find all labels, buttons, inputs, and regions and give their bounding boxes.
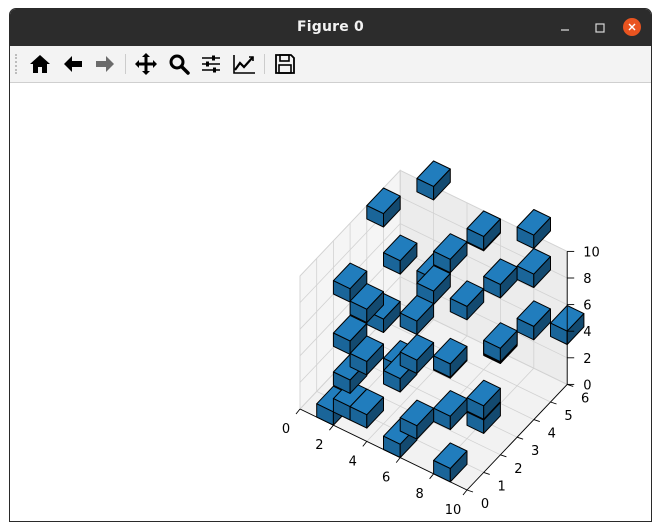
toolbar-grip[interactable] bbox=[15, 54, 19, 74]
maximize-icon bbox=[595, 23, 605, 33]
z-tick-label: 0 bbox=[583, 378, 591, 393]
customize-button[interactable] bbox=[230, 50, 258, 78]
y-tick-label: 3 bbox=[531, 444, 539, 459]
3d-voxel-plot[interactable]: 0246810 01234560246810 bbox=[10, 83, 651, 521]
z-tick-label: 4 bbox=[583, 325, 591, 340]
z-tick-label: 6 bbox=[583, 299, 591, 314]
y-tick bbox=[466, 489, 474, 493]
x-tick bbox=[395, 457, 401, 463]
minimize-icon bbox=[561, 29, 569, 31]
subplots-button[interactable] bbox=[197, 50, 225, 78]
x-tick-label: 0 bbox=[282, 422, 290, 437]
sliders-icon bbox=[202, 55, 220, 73]
x-tick-label: 4 bbox=[349, 454, 357, 469]
x-tick bbox=[295, 408, 301, 415]
pan-button[interactable] bbox=[132, 50, 160, 78]
x-tick bbox=[429, 473, 434, 480]
close-icon bbox=[628, 23, 636, 31]
line-chart-icon bbox=[233, 55, 255, 74]
figure-canvas[interactable]: 0 2 4 6 8 10 0 1 2 3 4 5 6 0 2 4 6 8 10 bbox=[10, 83, 651, 521]
y-tick-label: 5 bbox=[564, 409, 572, 424]
home-button[interactable] bbox=[26, 50, 54, 78]
minimize-button[interactable] bbox=[555, 18, 575, 38]
z-tick-label: 10 bbox=[583, 245, 600, 260]
figure-window: Figure 0 0 2 4 6 8 10 0 1 2 3 4 5 6 0 2 … bbox=[9, 8, 652, 522]
magnifier-icon bbox=[169, 54, 190, 75]
y-tick-label: 0 bbox=[481, 497, 489, 512]
x-tick-label: 10 bbox=[445, 503, 462, 518]
zoom-button[interactable] bbox=[165, 50, 193, 78]
z-tick-label: 8 bbox=[583, 272, 591, 287]
x-tick-label: 2 bbox=[315, 438, 323, 453]
x-tick-label: 8 bbox=[415, 487, 423, 502]
forward-button[interactable] bbox=[91, 50, 119, 78]
y-tick-label: 4 bbox=[548, 427, 556, 442]
y-tick-label: 6 bbox=[581, 391, 589, 406]
y-tick-label: 2 bbox=[514, 462, 522, 477]
x-tick-label: 6 bbox=[382, 471, 390, 486]
y-tick bbox=[483, 471, 490, 475]
y-tick bbox=[500, 454, 507, 458]
arrow-right-icon bbox=[96, 56, 114, 72]
back-button[interactable] bbox=[59, 50, 87, 78]
close-button[interactable] bbox=[623, 18, 641, 36]
x-tick bbox=[362, 441, 368, 447]
arrow-left-icon bbox=[64, 56, 82, 72]
z-tick-label: 2 bbox=[583, 352, 591, 367]
maximize-button[interactable] bbox=[590, 18, 610, 38]
title-bar[interactable]: Figure 0 bbox=[10, 9, 651, 47]
y-tick bbox=[516, 436, 524, 440]
x-tick bbox=[462, 489, 468, 496]
y-tick bbox=[533, 419, 540, 423]
toolbar-separator bbox=[264, 54, 265, 74]
y-tick-label: 1 bbox=[498, 479, 506, 494]
y-tick bbox=[550, 401, 557, 405]
navigation-toolbar bbox=[10, 46, 651, 83]
save-button[interactable] bbox=[271, 50, 299, 78]
x-tick bbox=[329, 424, 334, 431]
toolbar-separator bbox=[125, 54, 126, 74]
floppy-disk-icon bbox=[275, 54, 295, 74]
home-icon bbox=[30, 55, 50, 73]
move-icon bbox=[135, 53, 157, 75]
